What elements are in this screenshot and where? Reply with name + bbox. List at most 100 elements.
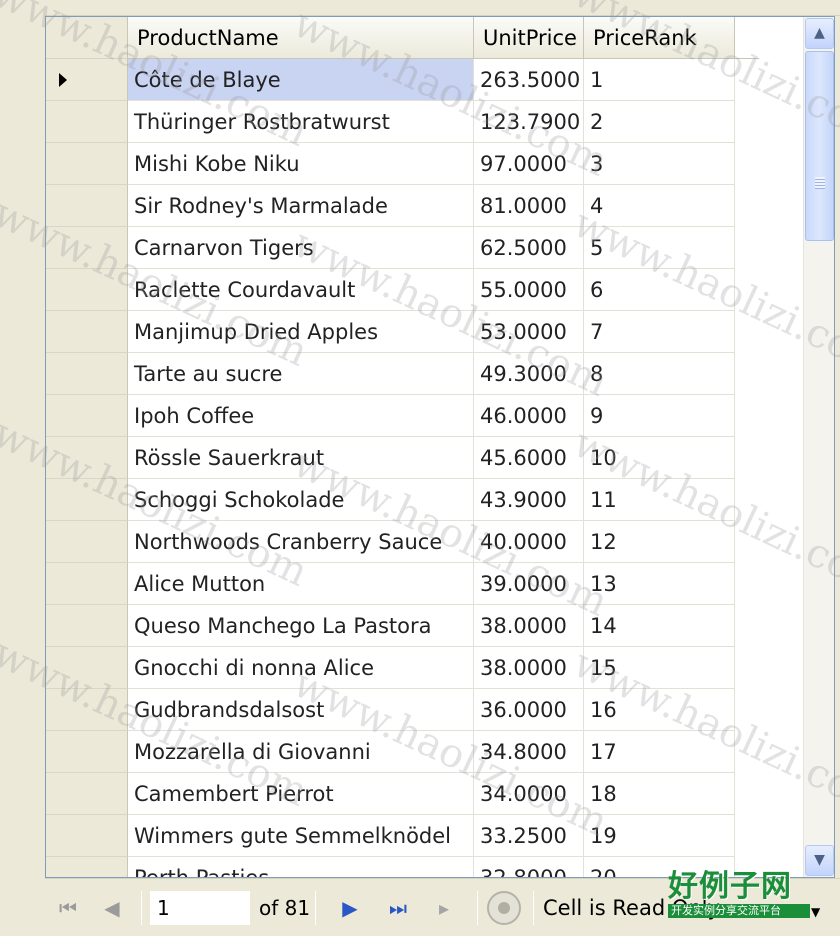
product-name-cell[interactable]: Manjimup Dried Apples (128, 311, 474, 353)
price-rank-cell[interactable]: 17 (584, 731, 735, 773)
unit-price-cell[interactable]: 53.0000 (474, 311, 584, 353)
table-row[interactable]: Northwoods Cranberry Sauce 40.0000 12 (46, 521, 735, 563)
unit-price-cell[interactable]: 34.0000 (474, 773, 584, 815)
product-name-cell[interactable]: Sir Rodney's Marmalade (128, 185, 474, 227)
unit-price-cell[interactable]: 45.6000 (474, 437, 584, 479)
row-header[interactable] (46, 311, 128, 353)
table-row[interactable]: Camembert Pierrot 34.0000 18 (46, 773, 735, 815)
unit-price-cell[interactable]: 123.7900 (474, 101, 584, 143)
add-new-button[interactable]: ▸ (429, 893, 459, 923)
row-header[interactable] (46, 395, 128, 437)
scroll-thumb[interactable] (805, 51, 834, 241)
table-row[interactable]: Manjimup Dried Apples 53.0000 7 (46, 311, 735, 353)
price-rank-cell[interactable]: 11 (584, 479, 735, 521)
table-row[interactable]: Tarte au sucre 49.3000 8 (46, 353, 735, 395)
unit-price-cell[interactable]: 46.0000 (474, 395, 584, 437)
row-header[interactable] (46, 731, 128, 773)
unit-price-cell[interactable]: 43.9000 (474, 479, 584, 521)
unit-price-cell[interactable]: 38.0000 (474, 647, 584, 689)
row-header[interactable] (46, 353, 128, 395)
unit-price-cell[interactable]: 39.0000 (474, 563, 584, 605)
product-name-cell[interactable]: Tarte au sucre (128, 353, 474, 395)
price-rank-cell[interactable]: 12 (584, 521, 735, 563)
table-row[interactable]: Sir Rodney's Marmalade 81.0000 4 (46, 185, 735, 227)
table-row[interactable]: Gudbrandsdalsost 36.0000 16 (46, 689, 735, 731)
row-header[interactable] (46, 857, 128, 877)
table-row[interactable]: Alice Mutton 39.0000 13 (46, 563, 735, 605)
move-last-button[interactable]: ⏭ (383, 893, 413, 923)
unit-price-cell[interactable]: 34.8000 (474, 731, 584, 773)
row-header[interactable] (46, 437, 128, 479)
price-rank-cell[interactable]: 13 (584, 563, 735, 605)
row-header[interactable] (46, 647, 128, 689)
scroll-up-button[interactable]: ▲ (805, 18, 834, 49)
column-header-unit-price[interactable]: UnitPrice (474, 17, 584, 59)
row-header[interactable] (46, 563, 128, 605)
row-header[interactable] (46, 605, 128, 647)
table-row[interactable]: Queso Manchego La Pastora 38.0000 14 (46, 605, 735, 647)
product-name-cell[interactable]: Alice Mutton (128, 563, 474, 605)
product-name-cell[interactable]: Raclette Courdavault (128, 269, 474, 311)
price-rank-cell[interactable]: 7 (584, 311, 735, 353)
position-input[interactable] (150, 891, 250, 925)
price-rank-cell[interactable]: 20 (584, 857, 735, 877)
product-name-cell[interactable]: Mishi Kobe Niku (128, 143, 474, 185)
row-header[interactable] (46, 101, 128, 143)
product-name-cell[interactable]: Ipoh Coffee (128, 395, 474, 437)
row-header[interactable] (46, 227, 128, 269)
vertical-scrollbar[interactable]: ▲ ▼ (803, 17, 834, 877)
unit-price-cell[interactable]: 40.0000 (474, 521, 584, 563)
product-name-cell[interactable]: Rössle Sauerkraut (128, 437, 474, 479)
product-name-cell[interactable]: Côte de Blaye (128, 59, 474, 101)
row-header[interactable] (46, 479, 128, 521)
product-name-cell[interactable]: Gudbrandsdalsost (128, 689, 474, 731)
table-row[interactable]: Perth Pasties 32.8000 20 (46, 857, 735, 877)
table-row[interactable]: Rössle Sauerkraut 45.6000 10 (46, 437, 735, 479)
unit-price-cell[interactable]: 55.0000 (474, 269, 584, 311)
row-header[interactable] (46, 815, 128, 857)
unit-price-cell[interactable]: 38.0000 (474, 605, 584, 647)
row-header[interactable] (46, 521, 128, 563)
price-rank-cell[interactable]: 15 (584, 647, 735, 689)
table-row[interactable]: Côte de Blaye 263.5000 1 (46, 59, 735, 101)
price-rank-cell[interactable]: 14 (584, 605, 735, 647)
price-rank-cell[interactable]: 2 (584, 101, 735, 143)
price-rank-cell[interactable]: 1 (584, 59, 735, 101)
overflow-dropdown-icon[interactable]: ▼ (811, 905, 820, 919)
move-next-button[interactable]: ▶ (335, 893, 365, 923)
price-rank-cell[interactable]: 4 (584, 185, 735, 227)
product-name-cell[interactable]: Thüringer Rostbratwurst (128, 101, 474, 143)
product-name-cell[interactable]: Queso Manchego La Pastora (128, 605, 474, 647)
unit-price-cell[interactable]: 62.5000 (474, 227, 584, 269)
unit-price-cell[interactable]: 36.0000 (474, 689, 584, 731)
product-name-cell[interactable]: Gnocchi di nonna Alice (128, 647, 474, 689)
stop-icon[interactable] (487, 891, 521, 925)
unit-price-cell[interactable]: 81.0000 (474, 185, 584, 227)
price-rank-cell[interactable]: 19 (584, 815, 735, 857)
row-header[interactable] (46, 185, 128, 227)
unit-price-cell[interactable]: 263.5000 (474, 59, 584, 101)
product-name-cell[interactable]: Camembert Pierrot (128, 773, 474, 815)
price-rank-cell[interactable]: 18 (584, 773, 735, 815)
table-row[interactable]: Mishi Kobe Niku 97.0000 3 (46, 143, 735, 185)
move-first-button[interactable]: ⏮ (53, 893, 83, 923)
row-header[interactable] (46, 773, 128, 815)
column-header-price-rank[interactable]: PriceRank (584, 17, 735, 59)
header-corner[interactable] (46, 17, 128, 59)
data-grid[interactable]: ProductName UnitPrice PriceRank Côte de … (45, 16, 835, 878)
row-header[interactable] (46, 269, 128, 311)
product-name-cell[interactable]: Perth Pasties (128, 857, 474, 877)
price-rank-cell[interactable]: 8 (584, 353, 735, 395)
table-row[interactable]: Wimmers gute Semmelknödel 33.2500 19 (46, 815, 735, 857)
row-header[interactable] (46, 143, 128, 185)
price-rank-cell[interactable]: 3 (584, 143, 735, 185)
unit-price-cell[interactable]: 97.0000 (474, 143, 584, 185)
unit-price-cell[interactable]: 33.2500 (474, 815, 584, 857)
row-header[interactable] (46, 689, 128, 731)
move-previous-button[interactable]: ◀ (97, 893, 127, 923)
table-row[interactable]: Mozzarella di Giovanni 34.8000 17 (46, 731, 735, 773)
product-name-cell[interactable]: Northwoods Cranberry Sauce (128, 521, 474, 563)
table-row[interactable]: Raclette Courdavault 55.0000 6 (46, 269, 735, 311)
table-row[interactable]: Carnarvon Tigers 62.5000 5 (46, 227, 735, 269)
table-row[interactable]: Thüringer Rostbratwurst 123.7900 2 (46, 101, 735, 143)
